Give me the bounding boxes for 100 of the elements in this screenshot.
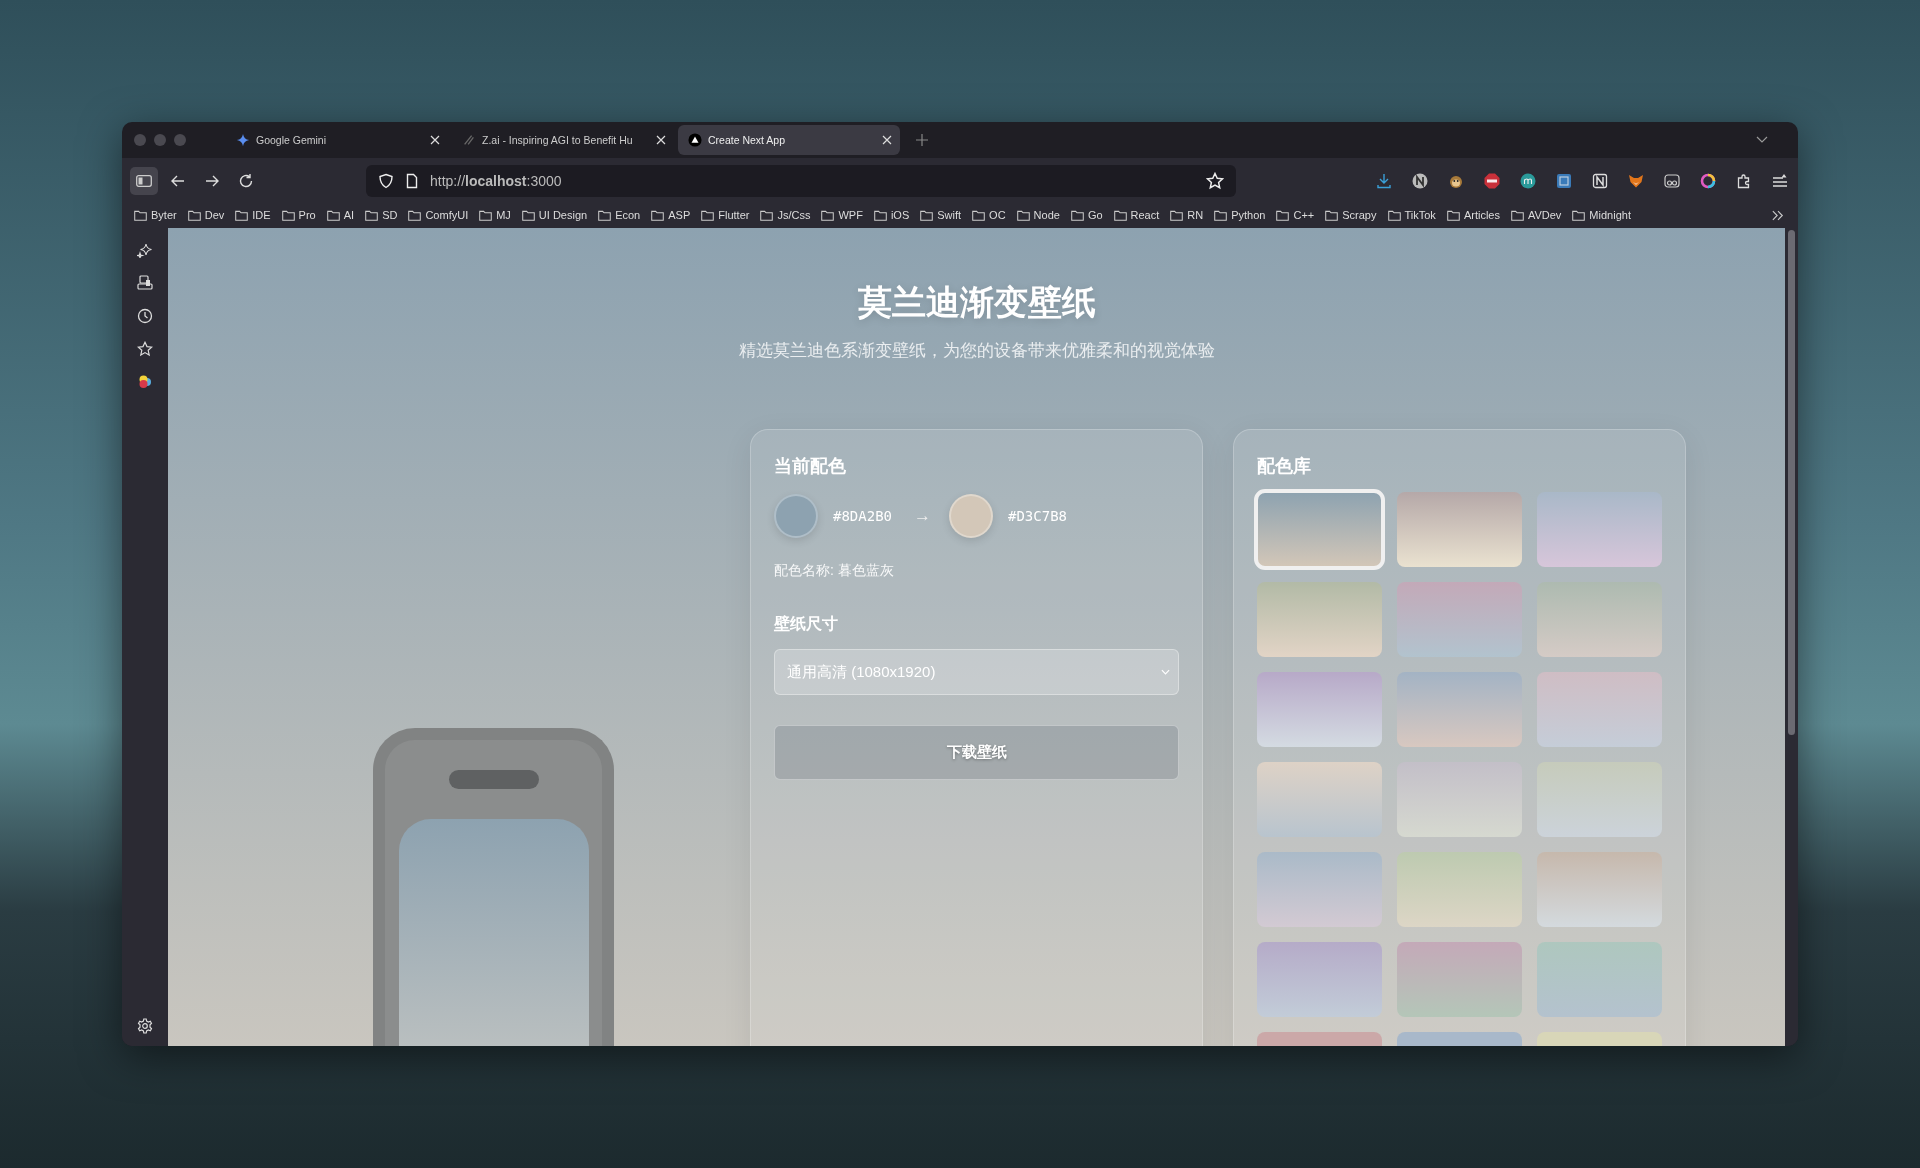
reload-icon[interactable] bbox=[238, 173, 254, 189]
settings-icon[interactable] bbox=[137, 1018, 153, 1034]
extension-icon[interactable] bbox=[1484, 173, 1500, 189]
bookmark-folder[interactable]: iOS bbox=[873, 209, 910, 221]
folder-icon bbox=[1387, 209, 1401, 221]
bookmark-folder[interactable]: Dev bbox=[187, 209, 225, 221]
folder-icon bbox=[1214, 209, 1228, 221]
bookmark-folder[interactable]: AVDev bbox=[1510, 209, 1562, 221]
close-icon[interactable] bbox=[882, 135, 892, 145]
bookmark-folder[interactable]: Swift bbox=[920, 209, 962, 221]
folder-icon bbox=[701, 209, 715, 221]
bookmark-folder[interactable]: MJ bbox=[479, 209, 511, 221]
menu-icon[interactable] bbox=[1772, 173, 1788, 189]
palette-swatch[interactable] bbox=[1537, 852, 1662, 927]
monkey-icon[interactable] bbox=[1448, 173, 1464, 189]
color-dots-icon[interactable] bbox=[137, 374, 153, 390]
chevron-down-icon bbox=[1161, 669, 1170, 675]
palette-swatch[interactable] bbox=[1397, 852, 1522, 927]
palette-swatch[interactable] bbox=[1257, 942, 1382, 1017]
palette-swatch[interactable] bbox=[1537, 942, 1662, 1017]
sidebar-icon bbox=[136, 173, 152, 189]
folder-icon bbox=[134, 209, 147, 221]
palette-swatch[interactable] bbox=[1257, 672, 1382, 747]
browser-tab[interactable]: Create Next App bbox=[678, 125, 900, 155]
folder-icon bbox=[479, 209, 493, 221]
forward-icon[interactable] bbox=[204, 173, 220, 189]
new-tab-icon[interactable] bbox=[916, 134, 928, 146]
folder-icon bbox=[281, 209, 295, 221]
bookmark-folder[interactable]: UI Design bbox=[521, 209, 588, 221]
color-ring-icon[interactable] bbox=[1700, 173, 1716, 189]
bookmark-folder[interactable]: Articles bbox=[1446, 209, 1500, 221]
sparkle-icon bbox=[236, 133, 250, 147]
folder-icon bbox=[521, 209, 535, 221]
puzzle-icon[interactable] bbox=[1736, 173, 1752, 189]
palette-swatch[interactable] bbox=[1397, 582, 1522, 657]
folder-icon bbox=[920, 209, 934, 221]
size-label: 壁纸尺寸 bbox=[774, 614, 839, 634]
download-icon[interactable] bbox=[1376, 173, 1392, 189]
palette-swatch[interactable] bbox=[1537, 582, 1662, 657]
hex-code: #D3C7B8 bbox=[1008, 508, 1068, 524]
bookmark-folder[interactable]: Go bbox=[1070, 209, 1103, 221]
bookmark-folder[interactable]: Python bbox=[1214, 209, 1266, 221]
extension-icon[interactable] bbox=[1556, 173, 1572, 189]
chevron-down-icon[interactable] bbox=[1756, 136, 1768, 144]
bookmark-folder[interactable]: RN bbox=[1170, 209, 1204, 221]
devices-icon[interactable] bbox=[137, 275, 153, 291]
page-icon bbox=[404, 173, 420, 189]
bookmark-folder[interactable]: TikTok bbox=[1387, 209, 1436, 221]
palette-swatch[interactable] bbox=[1257, 492, 1382, 567]
bookmark-folder[interactable]: OC bbox=[972, 209, 1006, 221]
bookmark-star-icon[interactable] bbox=[1206, 172, 1224, 190]
bookmark-folder[interactable]: Midnight bbox=[1572, 209, 1631, 221]
browser-tab[interactable]: Google Gemini bbox=[226, 125, 448, 155]
bookmark-folder[interactable]: SD bbox=[365, 209, 398, 221]
bookmark-folder[interactable]: Scrapy bbox=[1325, 209, 1377, 221]
star-icon[interactable] bbox=[137, 341, 153, 357]
bookmark-folder[interactable]: Js/Css bbox=[760, 209, 811, 221]
double-chevron-icon[interactable] bbox=[1772, 209, 1784, 221]
folder-icon bbox=[1510, 209, 1524, 221]
sidebar-toggle-button[interactable] bbox=[130, 167, 158, 195]
palette-swatch[interactable] bbox=[1257, 582, 1382, 657]
bookmark-folder[interactable]: AI bbox=[326, 209, 355, 221]
scrollbar[interactable] bbox=[1785, 228, 1798, 1046]
extension-icon[interactable] bbox=[1592, 173, 1608, 189]
palette-swatch[interactable] bbox=[1397, 672, 1522, 747]
bookmark-folder[interactable]: WPF bbox=[821, 209, 863, 221]
back-icon[interactable] bbox=[170, 173, 186, 189]
close-icon[interactable] bbox=[656, 135, 666, 145]
folder-icon bbox=[821, 209, 835, 221]
folder-icon bbox=[598, 209, 612, 221]
bookmark-folder[interactable]: IDE bbox=[235, 209, 271, 221]
bookmark-folder[interactable]: Flutter bbox=[701, 209, 750, 221]
folder-icon bbox=[408, 209, 422, 221]
bookmark-folder[interactable]: ComfyUI bbox=[408, 209, 469, 221]
bookmark-folder[interactable]: Byter bbox=[134, 209, 177, 221]
fox-icon[interactable] bbox=[1628, 173, 1644, 189]
bookmark-folder[interactable]: Pro bbox=[281, 209, 316, 221]
palette-swatch[interactable] bbox=[1537, 762, 1662, 837]
bookmark-folder[interactable]: C++ bbox=[1276, 209, 1315, 221]
palette-swatch[interactable] bbox=[1257, 852, 1382, 927]
card-heading: 配色库 bbox=[1257, 455, 1312, 478]
bookmark-folder[interactable]: Node bbox=[1016, 209, 1060, 221]
url-text: http://localhost:3000 bbox=[430, 173, 562, 189]
palette-swatch[interactable] bbox=[1257, 762, 1382, 837]
palette-swatch[interactable] bbox=[1537, 492, 1662, 567]
bookmark-folder[interactable]: React bbox=[1113, 209, 1160, 221]
address-bar[interactable]: http://localhost:3000 bbox=[366, 165, 1236, 197]
palette-swatch[interactable] bbox=[1397, 942, 1522, 1017]
close-icon[interactable] bbox=[430, 135, 440, 145]
sparkle-icon[interactable] bbox=[137, 242, 153, 258]
bookmark-folder[interactable]: ASP bbox=[651, 209, 691, 221]
extension-icon[interactable] bbox=[1520, 173, 1536, 189]
extension-icon[interactable] bbox=[1412, 173, 1428, 189]
palette-swatch[interactable] bbox=[1537, 672, 1662, 747]
bookmark-folder[interactable]: Econ bbox=[598, 209, 641, 221]
palette-swatch[interactable] bbox=[1397, 492, 1522, 567]
clock-icon[interactable] bbox=[137, 308, 153, 324]
browser-tab[interactable]: Z.ai - Inspiring AGI to Benefit Hu bbox=[452, 125, 674, 155]
palette-swatch[interactable] bbox=[1397, 762, 1522, 837]
glasses-icon[interactable] bbox=[1664, 173, 1680, 189]
